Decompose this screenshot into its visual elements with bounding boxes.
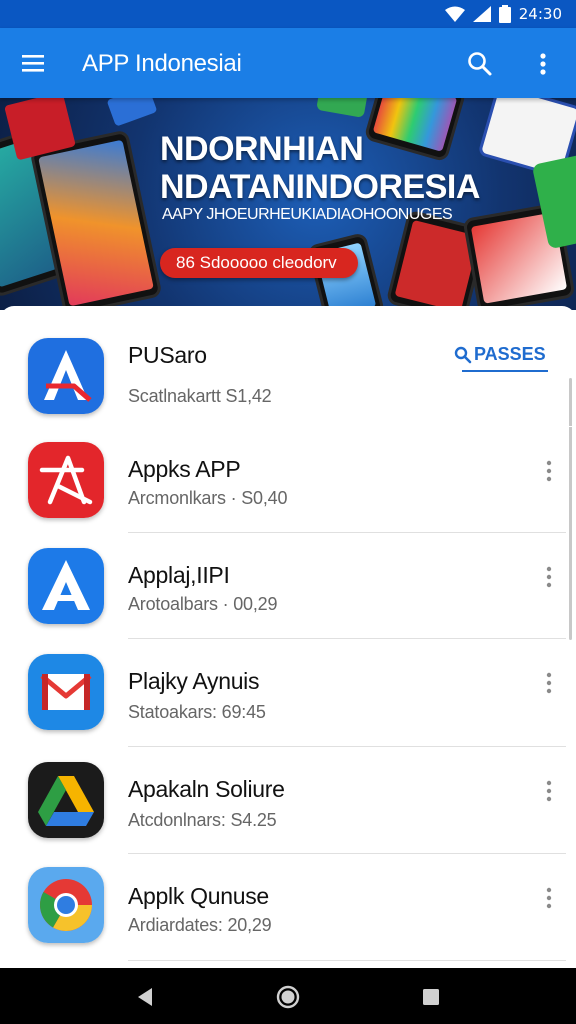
status-icons: 24:30 xyxy=(444,4,562,24)
recents-icon xyxy=(423,989,439,1005)
passes-label: PASSES xyxy=(474,344,546,364)
phone-illustration xyxy=(363,98,467,163)
app-meta: Statoakars: 69:45 xyxy=(128,702,266,722)
signal-icon xyxy=(472,6,491,22)
home-icon xyxy=(276,985,300,1009)
green-card-illustration xyxy=(316,98,368,118)
item-more-button[interactable] xyxy=(538,885,560,911)
app-bar: APP Indonesiai xyxy=(0,28,576,98)
white-a-icon xyxy=(28,548,104,624)
passes-underline xyxy=(462,370,548,372)
back-button[interactable] xyxy=(132,984,158,1010)
app-meta: Scatlnakartt S1,42 xyxy=(128,386,272,406)
battery-icon xyxy=(498,5,511,23)
blue-a-icon xyxy=(28,338,104,414)
back-icon xyxy=(138,988,152,1006)
menu-button[interactable] xyxy=(18,49,50,77)
more-vert-icon xyxy=(546,672,552,694)
blue-card-illustration xyxy=(106,98,158,127)
app-list-item[interactable]: Appks APP Arcmonlkars · S0,40 xyxy=(0,426,576,533)
item-more-button[interactable] xyxy=(538,670,560,696)
more-vert-icon xyxy=(546,566,552,588)
phone-illustration xyxy=(29,129,163,310)
item-more-button[interactable] xyxy=(538,458,560,484)
mail-icon xyxy=(28,654,104,730)
app-name: Applaj,IIPI xyxy=(128,562,230,588)
status-bar: 24:30 xyxy=(0,0,576,28)
app-list-card: PUSaro Scatlnakartt S1,42 PASSES Appks A… xyxy=(0,306,576,968)
more-vert-icon xyxy=(540,53,546,75)
wifi-icon xyxy=(444,6,465,22)
app-list-item[interactable]: Applk Qunuse Ardiardates: 20,29 xyxy=(0,853,576,960)
app-meta: Ardiardates: 20,29 xyxy=(128,915,272,935)
drive-icon xyxy=(28,762,104,838)
recents-button[interactable] xyxy=(418,984,444,1010)
app-list-item[interactable]: PUSaro Scatlnakartt S1,42 PASSES xyxy=(0,306,576,414)
banner-headline-line1: NDORNHIAN xyxy=(160,130,364,168)
red-a-icon xyxy=(28,442,104,518)
app-name: Applk Qunuse xyxy=(128,883,269,909)
search-icon xyxy=(454,346,472,364)
more-vert-icon xyxy=(546,780,552,802)
app-title: APP Indonesiai xyxy=(82,50,242,77)
divider xyxy=(128,960,566,961)
app-meta: Arcmonlkars · S0,40 xyxy=(128,488,288,508)
menu-icon xyxy=(22,55,44,72)
banner-cta-button[interactable]: 86 Sdooooo cleodorv xyxy=(160,248,358,278)
item-more-button[interactable] xyxy=(538,778,560,804)
more-vert-icon xyxy=(546,460,552,482)
status-time: 24:30 xyxy=(518,5,562,23)
app-name: Appks APP xyxy=(128,456,241,482)
home-button[interactable] xyxy=(275,984,301,1010)
app-meta: Atcdonlnars: S4.25 xyxy=(128,810,277,830)
app-list-item[interactable]: Apakaln Soliure Atcdonlnars: S4.25 xyxy=(0,746,576,853)
overflow-menu-button[interactable] xyxy=(530,50,556,78)
more-vert-icon xyxy=(546,887,552,909)
app-meta: Arotoalbars · 00,29 xyxy=(128,594,278,614)
app-name: Plajky Aynuis xyxy=(128,668,260,694)
app-name: Apakaln Soliure xyxy=(128,776,285,802)
search-icon xyxy=(468,52,492,76)
chrome-icon xyxy=(28,867,104,943)
app-list-item[interactable]: Applaj,IIPI Arotoalbars · 00,29 xyxy=(0,532,576,639)
item-more-button[interactable] xyxy=(538,564,560,590)
banner-headline-line2: NDATANINDORESIA xyxy=(160,168,480,206)
passes-button[interactable]: PASSES xyxy=(452,340,552,372)
banner-subtitle: AAPY JHOEURHEUKIADIAOHOONUGES xyxy=(162,206,453,223)
system-nav-bar xyxy=(0,968,576,1024)
app-name: PUSaro xyxy=(128,342,207,368)
search-button[interactable] xyxy=(466,50,494,78)
promo-banner[interactable]: NDORNHIAN NDATANINDORESIA AAPY JHOEURHEU… xyxy=(0,98,576,310)
app-list-item[interactable]: Plajky Aynuis Statoakars: 69:45 xyxy=(0,638,576,745)
